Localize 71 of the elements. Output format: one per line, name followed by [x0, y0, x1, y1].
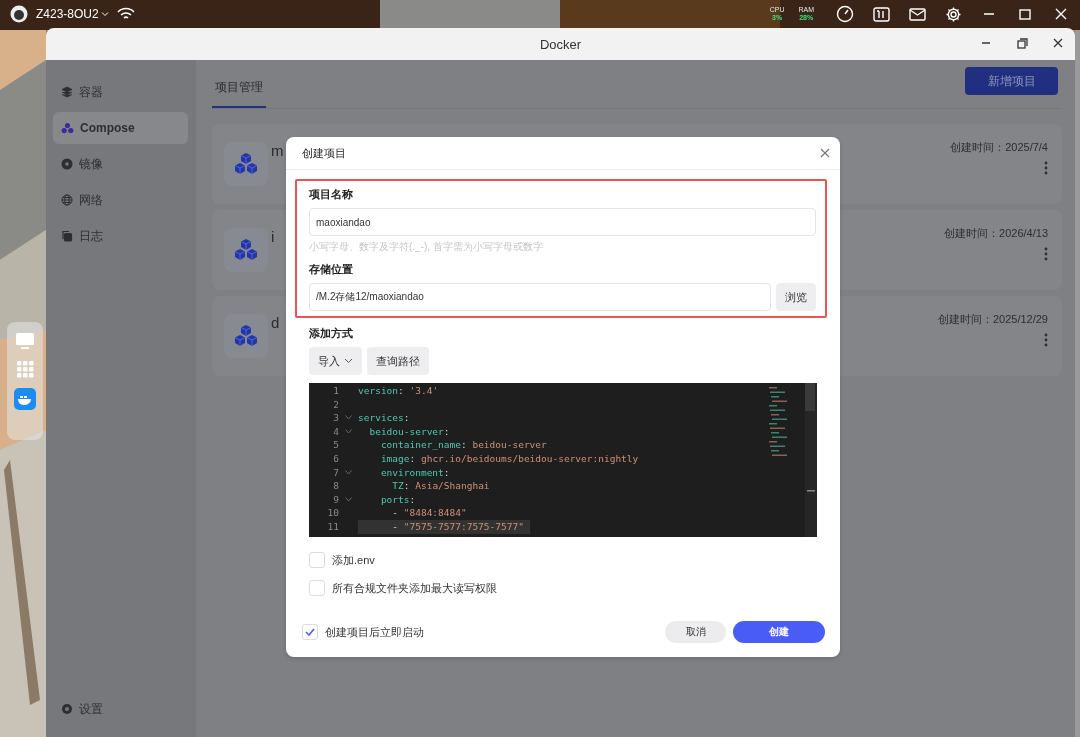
option-label: 所有合规文件夹添加最大读写权限: [332, 580, 497, 596]
sidebar-item[interactable]: Compose: [53, 112, 188, 144]
import-dropdown[interactable]: 导入: [309, 347, 362, 375]
field-label: 项目名称: [309, 187, 354, 202]
line-number: 6: [332, 451, 339, 466]
checkbox[interactable]: [302, 624, 318, 640]
code-line: environment:: [379, 465, 451, 480]
code-line: container_name: beidou-server: [379, 438, 548, 452]
device-name[interactable]: Z423-8OU2: [36, 7, 109, 21]
chevron-down-icon: [345, 497, 352, 503]
project-name: m: [271, 142, 284, 159]
code-line: beidou-server:: [368, 424, 451, 439]
line-number: 9: [332, 492, 339, 507]
cancel-button[interactable]: 取消: [665, 621, 726, 643]
gauge-icon[interactable]: [834, 3, 856, 25]
line-number: 5: [332, 438, 339, 452]
copy-icon: [61, 230, 73, 242]
more-icon[interactable]: [1044, 333, 1048, 347]
avatar-icon: [10, 5, 28, 23]
new-project-button[interactable]: 新增项目: [965, 67, 1058, 95]
chevron-down-icon: [345, 429, 352, 435]
window-title: Docker: [539, 36, 582, 52]
option-checkbox[interactable]: 添加.env: [309, 549, 817, 571]
check-icon: [305, 628, 315, 636]
code-line: image: ghcr.io/beidoums/beidou-server:nightly: [379, 451, 640, 466]
query-path-button[interactable]: 查询路径: [367, 347, 429, 375]
line-number: 11: [326, 519, 339, 534]
code-line: ports:: [379, 492, 417, 507]
tab[interactable]: 项目管理: [212, 79, 266, 108]
chevron-down-icon: [345, 469, 352, 475]
dialog-title: 创建项目: [302, 145, 346, 161]
line-number: 8: [332, 479, 339, 493]
storage-path-field[interactable]: /M.2存储12/maoxiandao: [309, 283, 771, 311]
code-line: services:: [358, 411, 411, 425]
field-label: 存储位置: [309, 262, 354, 277]
browse-button[interactable]: 浏览: [776, 283, 816, 311]
settings-icon: [61, 703, 73, 715]
line-number: 1: [332, 384, 339, 398]
disc-icon: [61, 158, 73, 170]
created-date: 创建时间：2025/12/29: [937, 312, 1048, 327]
create-button[interactable]: 创建: [733, 621, 825, 643]
project-name: i: [271, 228, 275, 245]
code-editor[interactable]: [309, 383, 817, 537]
line-number: 2: [332, 397, 339, 412]
option-label: 添加.env: [332, 552, 375, 568]
option-checkbox[interactable]: 所有合规文件夹添加最大读写权限: [309, 577, 817, 599]
line-number: 3: [332, 411, 339, 425]
whale-app-icon[interactable]: [14, 388, 36, 410]
checkbox[interactable]: [309, 552, 325, 568]
autostart-checkbox[interactable]: 创建项目后立即启动: [302, 621, 424, 643]
code-line: TZ: Asia/Shanghai: [391, 479, 491, 493]
chevron-down-icon: [100, 10, 109, 18]
checkbox[interactable]: [309, 580, 325, 596]
created-date: 创建时间：2025/7/4: [950, 140, 1048, 155]
chevron-down-icon: [345, 415, 352, 421]
code-line: - "8484:8484": [391, 506, 468, 520]
line-number: 7: [332, 465, 339, 480]
code-line: version: '3.4': [358, 384, 440, 398]
option-label: 创建项目后立即启动: [325, 624, 424, 640]
project-name-field[interactable]: maoxiandao: [309, 208, 816, 236]
layers-icon: [61, 86, 73, 98]
line-number: 10: [326, 506, 339, 520]
more-icon[interactable]: [1044, 161, 1048, 175]
globe-icon: [61, 194, 73, 206]
line-number: 4: [332, 424, 339, 439]
wifi-icon: [116, 7, 135, 21]
project-name: d: [271, 314, 280, 331]
chevron-down-icon: [344, 358, 353, 364]
field-label: 添加方式: [309, 326, 354, 341]
created-date: 创建时间：2026/4/13: [944, 226, 1048, 241]
more-icon[interactable]: [1044, 247, 1048, 261]
